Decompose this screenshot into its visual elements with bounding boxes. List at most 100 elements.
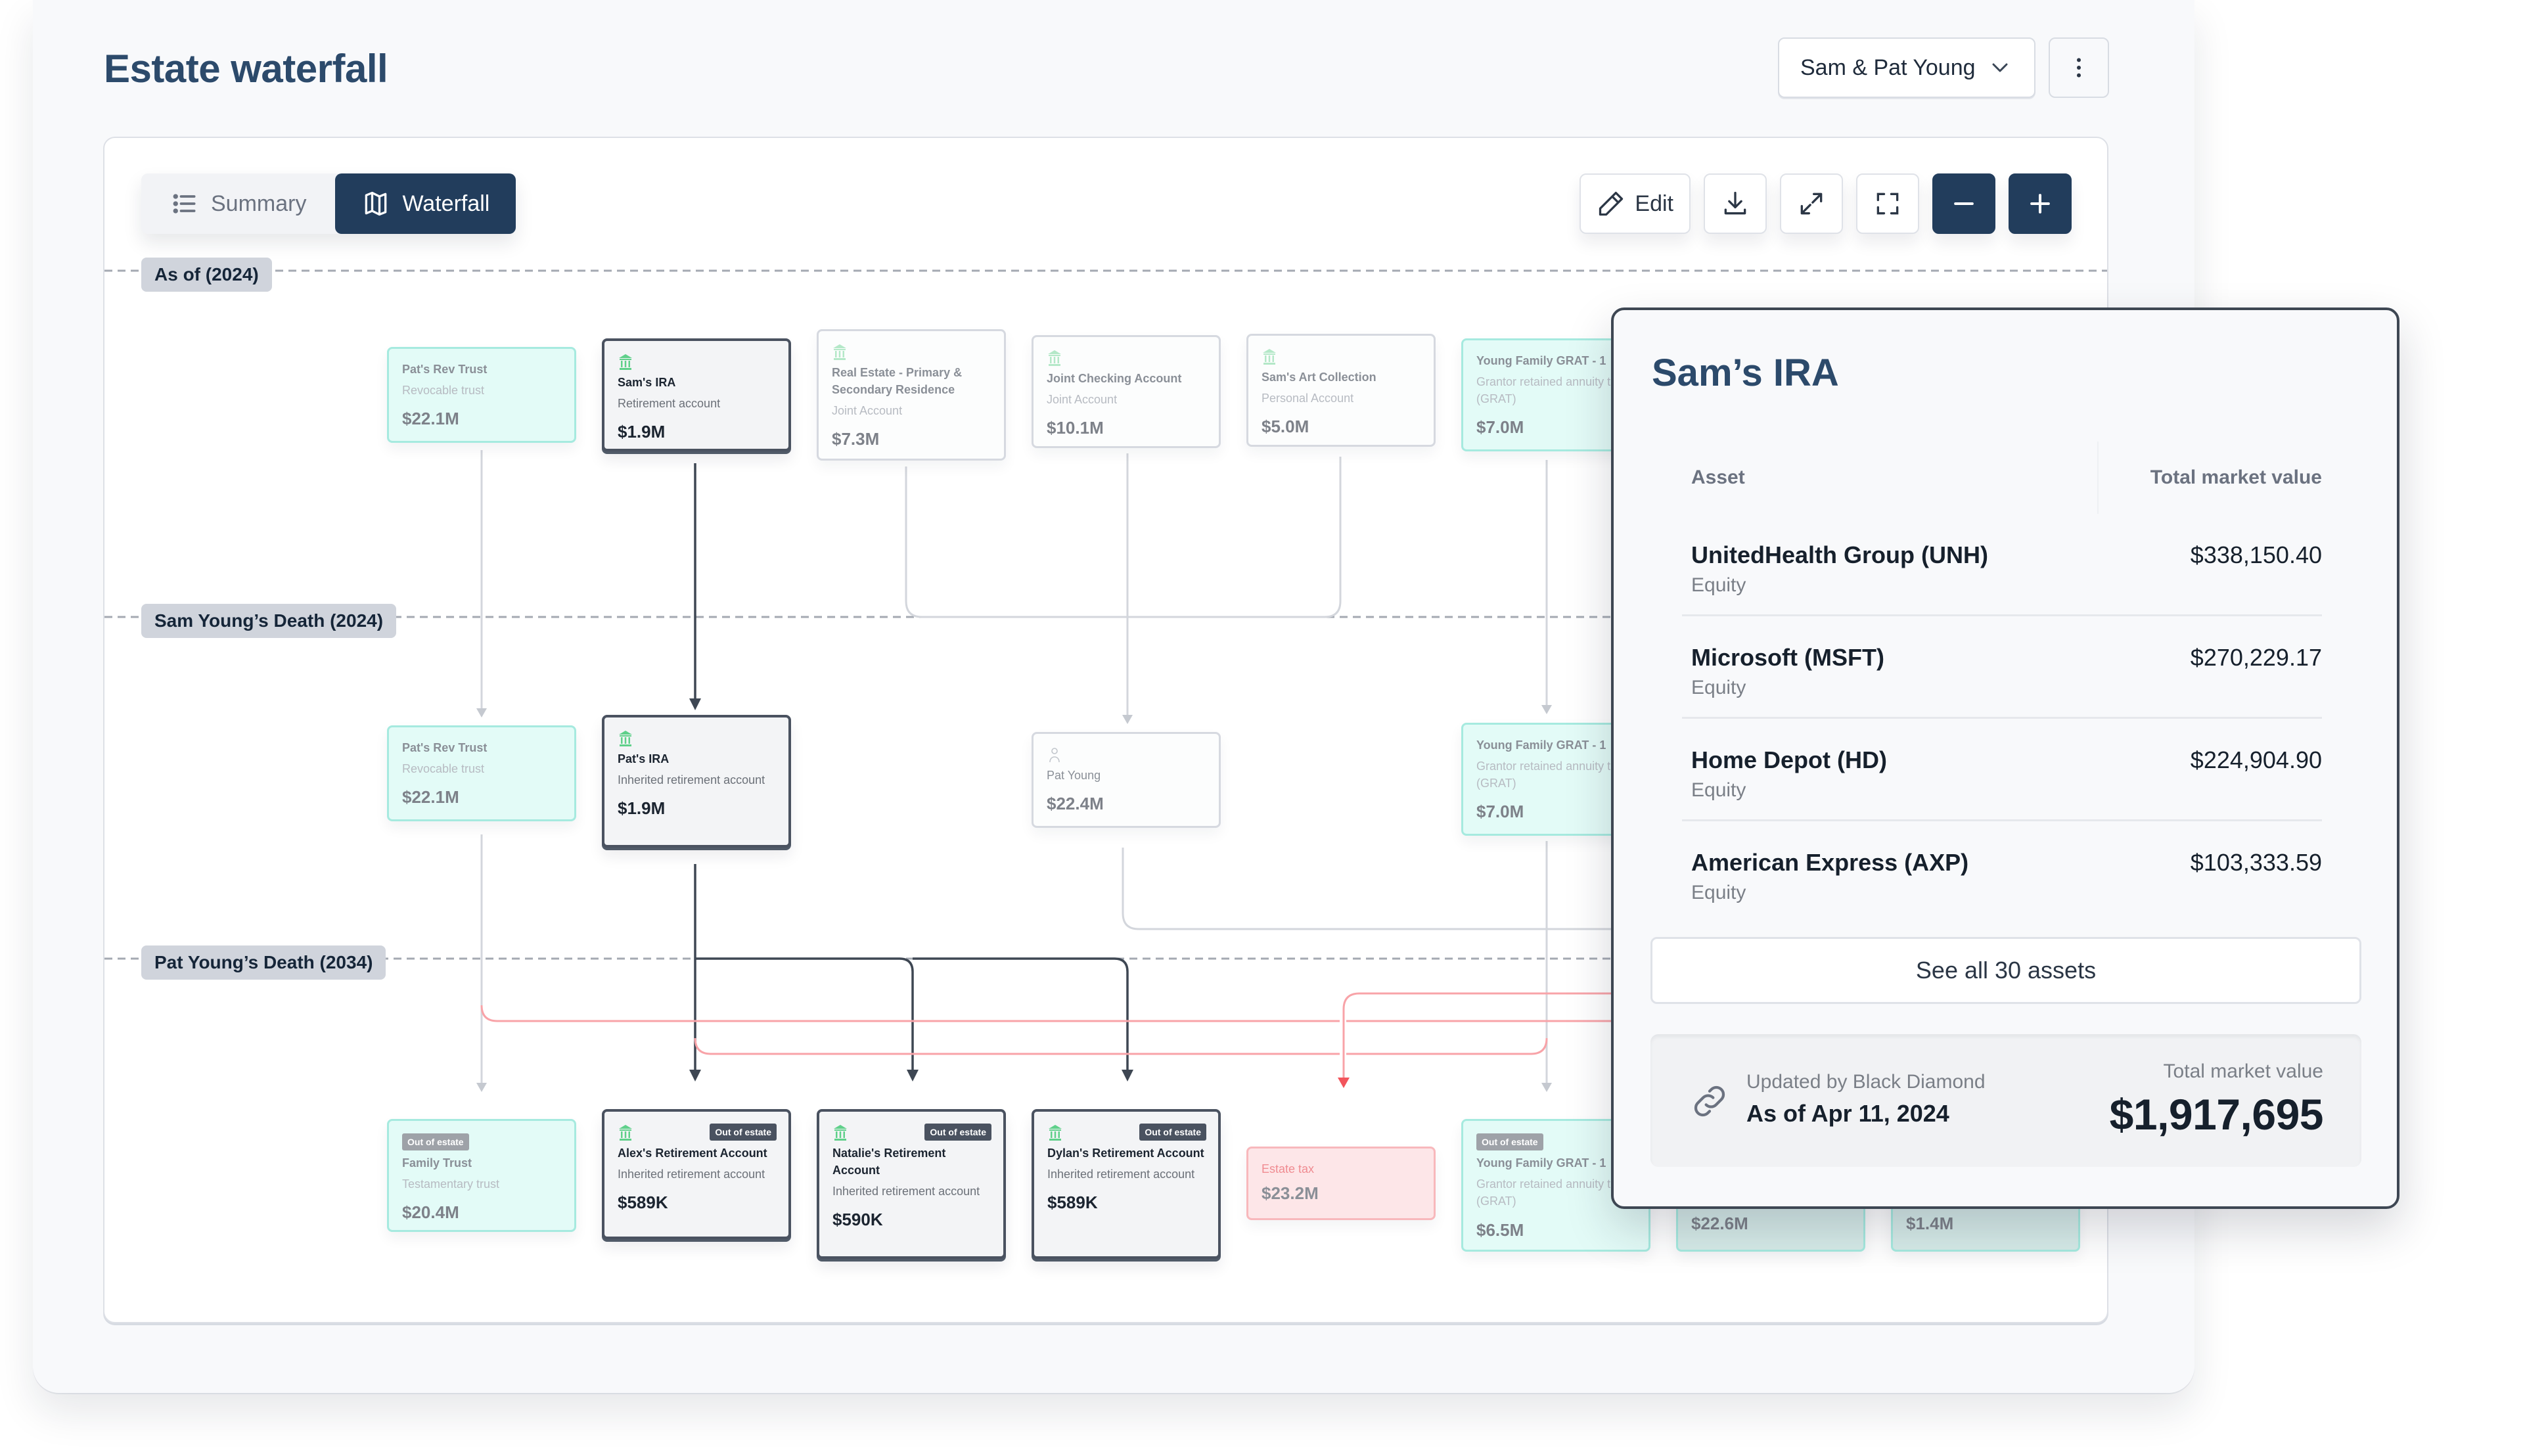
node-pats-rev-trust[interactable]: Pat's Rev Trust Revocable trust $22.1M: [387, 347, 576, 443]
view-summary-label: Summary: [211, 191, 307, 216]
popover-title: Sam’s IRA: [1652, 352, 1839, 394]
asset-name: UnitedHealth Group (UNH): [1691, 541, 1988, 568]
as-of-date: As of Apr 11, 2024: [1746, 1100, 1949, 1127]
node-art-collection[interactable]: Sam's Art Collection Personal Account $5…: [1246, 334, 1436, 447]
expand-button[interactable]: [1780, 173, 1843, 234]
zoom-out-button[interactable]: [1932, 173, 1995, 234]
client-select[interactable]: Sam & Pat Young: [1778, 37, 2035, 98]
node-title: Sam's IRA: [618, 376, 676, 389]
asset-type: Equity: [1691, 882, 1746, 903]
node-subtitle: Inherited retirement account: [832, 1185, 980, 1198]
see-all-assets-button[interactable]: See all 30 assets: [1650, 937, 2361, 1004]
map-icon: [365, 191, 387, 216]
asset-name: Home Depot (HD): [1691, 746, 1887, 773]
bank-icon: [833, 344, 846, 360]
asset-type: Equity: [1691, 779, 1746, 801]
node-pat-young[interactable]: Pat Young $22.4M: [1032, 732, 1221, 828]
bank-icon: [834, 1125, 847, 1141]
node-subtitle: Revocable trust: [402, 762, 485, 776]
asset-row[interactable]: UnitedHealth Group (UNH) Equity $338,150…: [1682, 514, 2322, 616]
node-estate-tax[interactable]: Estate tax $23.2M: [1246, 1147, 1436, 1220]
node-natalie-retirement[interactable]: Out of estate Natalie's Retirement Accou…: [817, 1109, 1006, 1259]
column-header-asset: Asset: [1691, 466, 1745, 488]
node-title: Pat's Rev Trust: [402, 741, 488, 754]
node-pats-rev-trust-2[interactable]: Pat's Rev Trust Revocable trust $22.1M: [387, 725, 576, 821]
node-value: $6.5M: [1476, 1219, 1524, 1240]
expand-icon: [1800, 193, 1823, 215]
arrowhead: [689, 1070, 701, 1081]
node-title: Pat's IRA: [618, 752, 670, 765]
edit-button[interactable]: Edit: [1580, 173, 1691, 234]
bank-icon: [619, 1125, 632, 1141]
updated-by-text: Updated by Black Diamond: [1746, 1071, 1986, 1093]
node-title: Natalie's Retirement Account: [832, 1147, 946, 1177]
bank-icon: [1048, 350, 1061, 366]
asset-row[interactable]: Microsoft (MSFT) Equity $270,229.17: [1682, 616, 2322, 719]
more-options-button[interactable]: [2049, 37, 2109, 98]
node-value: $5.0M: [1262, 417, 1309, 437]
asset-value: $270,229.17: [2190, 644, 2322, 671]
node-sams-ira[interactable]: Sam's IRA Retirement account $1.9M: [602, 338, 791, 451]
arrowhead: [476, 1083, 487, 1092]
link-icon: [1694, 1085, 1725, 1117]
asset-row[interactable]: Home Depot (HD) Equity $224,904.90: [1682, 719, 2322, 821]
node-title: Estate tax: [1262, 1162, 1315, 1175]
node-family-trust[interactable]: Out of estate Family Trust Testamentary …: [387, 1119, 576, 1232]
node-subtitle: Retirement account: [618, 397, 721, 411]
node-joint-checking[interactable]: Joint Checking Account Joint Account $10…: [1032, 335, 1221, 448]
node-title: Pat's Rev Trust: [402, 363, 488, 376]
arrowhead: [1541, 705, 1552, 714]
timeline-label-asof: As of (2024): [141, 258, 272, 292]
minus-icon: [1954, 202, 1974, 206]
arrowhead: [1541, 1083, 1552, 1092]
list-icon: [173, 194, 196, 214]
more-vertical-icon: [2077, 58, 2081, 78]
out-of-estate-badge: Out of estate: [924, 1124, 991, 1141]
asset-value: $103,333.59: [2190, 849, 2322, 876]
zoom-in-button[interactable]: [2009, 173, 2072, 234]
edit-label: Edit: [1635, 191, 1673, 216]
arrowhead: [907, 1070, 919, 1081]
download-button[interactable]: [1704, 173, 1767, 234]
node-value: $20.4M: [402, 1202, 459, 1223]
download-icon: [1724, 191, 1746, 215]
arrowhead: [1122, 1070, 1133, 1081]
node-real-estate[interactable]: Real Estate - Primary & Secondary Reside…: [817, 329, 1006, 461]
node-pats-ira[interactable]: Pat's IRA Inherited retirement account $…: [602, 715, 791, 848]
view-waterfall-tab[interactable]: Waterfall: [335, 173, 516, 234]
total-market-value-label: Total market value: [2163, 1060, 2323, 1082]
view-summary-tab[interactable]: Summary: [141, 173, 335, 234]
node-value: $590K: [832, 1210, 883, 1230]
bank-icon: [619, 731, 632, 746]
asset-name: Microsoft (MSFT): [1691, 644, 1884, 671]
node-dylan-retirement[interactable]: Out of estate Dylan's Retirement Account…: [1032, 1109, 1221, 1259]
asset-table: Asset Total market value UnitedHealth Gr…: [1682, 442, 2322, 924]
node-value: $22.6M: [1691, 1214, 1748, 1234]
node-alex-retirement[interactable]: Out of estate Alex's Retirement Account …: [602, 1109, 791, 1239]
node-title: Real Estate - Primary & Secondary Reside…: [832, 366, 963, 397]
pencil-icon: [1599, 191, 1624, 216]
node-title: Family Trust: [402, 1156, 472, 1170]
node-title: Joint Checking Account: [1047, 372, 1182, 385]
node-value: $589K: [1047, 1193, 1098, 1213]
bank-icon: [619, 354, 632, 370]
node-value: $23.2M: [1262, 1183, 1319, 1204]
fullscreen-button[interactable]: [1856, 173, 1919, 234]
arrowhead: [1122, 715, 1133, 724]
total-market-value: $1,917,695: [2109, 1090, 2324, 1139]
asset-type: Equity: [1691, 677, 1746, 698]
asset-type: Equity: [1691, 574, 1746, 596]
node-value: $22.1M: [402, 409, 459, 429]
out-of-estate-badge: Out of estate: [402, 1133, 469, 1151]
view-waterfall-label: Waterfall: [402, 191, 490, 216]
asset-table-header: Asset Total market value: [1691, 442, 2322, 514]
node-value: $22.4M: [1047, 794, 1104, 814]
node-title: Pat Young: [1047, 769, 1101, 782]
node-subtitle: Personal Account: [1262, 392, 1354, 405]
node-title: Sam's Art Collection: [1262, 371, 1376, 384]
client-select-value: Sam & Pat Young: [1800, 55, 1976, 80]
column-header-value: Total market value: [2150, 466, 2322, 488]
chevron-down-icon: [1992, 63, 2008, 72]
asset-row[interactable]: American Express (AXP) Equity $103,333.5…: [1682, 821, 2322, 924]
bank-icon: [1049, 1125, 1062, 1141]
